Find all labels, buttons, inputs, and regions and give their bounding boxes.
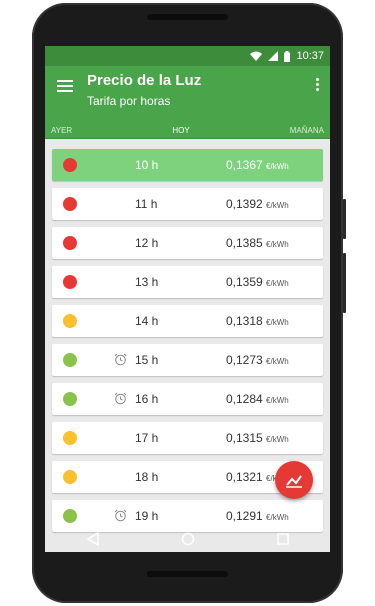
more-options-icon[interactable]	[316, 78, 320, 94]
chart-fab-button[interactable]	[275, 461, 313, 499]
hour-label: 17 h	[135, 431, 159, 445]
tab-manana[interactable]: MAÑANA	[290, 126, 324, 135]
app-bar: Precio de la Luz Tarifa por horas	[45, 66, 330, 122]
hour-label: 13 h	[135, 275, 159, 289]
price-number: 0,1318	[226, 314, 263, 328]
hour-label: 11 h	[135, 197, 158, 211]
back-icon[interactable]	[81, 529, 105, 549]
price-value: 0,1284 €/kWh	[226, 392, 289, 406]
price-row[interactable]: 10 h 0,1367 €/kWh	[52, 149, 323, 181]
price-value: 0,1291 €/kWh	[226, 509, 289, 523]
menu-icon[interactable]	[57, 80, 73, 94]
price-level-indicator	[63, 392, 77, 406]
alarm-clock-icon	[114, 353, 127, 366]
price-unit: €/kWh	[266, 357, 289, 366]
power-button	[343, 199, 346, 239]
price-row[interactable]: 11 h 0,1392 €/kWh	[52, 188, 323, 220]
price-unit: €/kWh	[266, 201, 289, 210]
tab-ayer[interactable]: AYER	[51, 126, 72, 135]
recents-icon[interactable]	[271, 529, 295, 549]
price-number: 0,1367	[226, 158, 263, 172]
price-unit: €/kWh	[266, 279, 289, 288]
price-row[interactable]: 12 h 0,1385 €/kWh	[52, 227, 323, 259]
hour-label: 14 h	[135, 314, 159, 328]
alarm-clock-icon	[114, 509, 127, 522]
price-number: 0,1284	[226, 392, 263, 406]
status-time: 10:37	[296, 50, 324, 62]
price-level-indicator	[63, 158, 77, 172]
price-row[interactable]: 13 h 0,1359 €/kWh	[52, 266, 323, 298]
hour-label: 18 h	[135, 470, 159, 484]
price-level-indicator	[63, 314, 77, 328]
hour-label: 16 h	[135, 392, 159, 406]
status-bar: 10:37	[45, 46, 330, 66]
price-value: 0,1273 €/kWh	[226, 353, 289, 367]
hour-label: 15 h	[135, 353, 159, 367]
day-tabs: AYER HOY MAÑANA	[45, 122, 330, 139]
tab-hoy[interactable]: HOY	[172, 126, 189, 135]
price-row[interactable]: 16 h 0,1284 €/kWh	[52, 383, 323, 415]
price-unit: €/kWh	[266, 513, 289, 522]
price-value: 0,1315 €/kWh	[226, 431, 289, 445]
screen: 10:37 Precio de la Luz Tarifa por horas …	[45, 46, 330, 552]
app-title: Precio de la Luz	[87, 72, 202, 89]
hour-label: 10 h	[135, 158, 159, 172]
home-icon[interactable]	[176, 529, 200, 549]
price-level-indicator	[63, 353, 77, 367]
price-row[interactable]: 17 h 0,1315 €/kWh	[52, 422, 323, 454]
bottom-speaker	[147, 571, 228, 577]
app-subtitle: Tarifa por horas	[87, 94, 171, 108]
price-unit: €/kWh	[266, 435, 289, 444]
price-unit: €/kWh	[266, 396, 289, 405]
price-unit: €/kWh	[266, 162, 289, 171]
price-number: 0,1273	[226, 353, 263, 367]
price-level-indicator	[63, 509, 77, 523]
price-number: 0,1392	[226, 197, 263, 211]
price-number: 0,1359	[226, 275, 263, 289]
price-value: 0,1359 €/kWh	[226, 275, 289, 289]
hour-label: 12 h	[135, 236, 159, 250]
price-level-indicator	[63, 470, 77, 484]
price-number: 0,1291	[226, 509, 263, 523]
chart-icon	[286, 475, 302, 488]
price-value: 0,1318 €/kWh	[226, 314, 289, 328]
price-number: 0,1321	[226, 470, 263, 484]
price-number: 0,1315	[226, 431, 263, 445]
price-unit: €/kWh	[266, 318, 289, 327]
alarm-clock-icon	[114, 392, 127, 405]
nav-bar	[45, 524, 330, 554]
price-value: 0,1367 €/kWh	[226, 158, 289, 172]
price-value: 0,1385 €/kWh	[226, 236, 289, 250]
price-row[interactable]: 14 h 0,1318 €/kWh	[52, 305, 323, 337]
price-unit: €/kWh	[266, 240, 289, 249]
price-value: 0,1392 €/kWh	[226, 197, 289, 211]
price-level-indicator	[63, 197, 77, 211]
wifi-icon	[250, 51, 263, 61]
top-speaker	[147, 14, 228, 20]
signal-icon	[268, 51, 279, 61]
price-level-indicator	[63, 275, 77, 289]
price-row[interactable]: 15 h 0,1273 €/kWh	[52, 344, 323, 376]
price-level-indicator	[63, 431, 77, 445]
price-level-indicator	[63, 236, 77, 250]
volume-button	[343, 253, 346, 313]
price-number: 0,1385	[226, 236, 263, 250]
battery-icon	[284, 50, 291, 62]
hour-label: 19 h	[135, 509, 159, 523]
